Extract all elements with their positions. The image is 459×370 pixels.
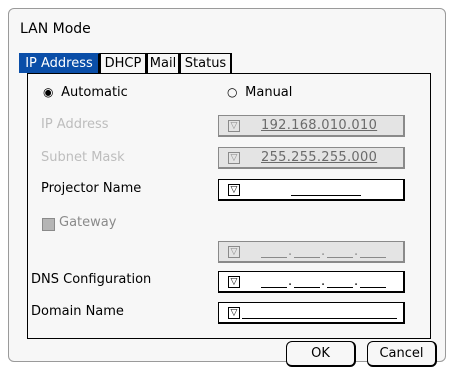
dns-configuration-field[interactable]: ▽ . . . — [218, 271, 405, 293]
domain-name-underline — [242, 318, 397, 319]
ip-address-value: 192.168.010.010 — [261, 118, 378, 133]
ip-address-panel — [27, 73, 431, 339]
dns-separator-3: . — [354, 274, 359, 289]
window-title: LAN Mode — [20, 21, 91, 37]
dns-octet-4 — [360, 287, 386, 288]
gateway-field: ▽ . . . — [218, 241, 405, 263]
dns-configuration-label: DNS Configuration — [31, 272, 152, 287]
gateway-checkbox[interactable] — [42, 218, 55, 231]
ok-button[interactable]: OK — [286, 341, 356, 367]
tab-mail[interactable]: Mail — [147, 53, 180, 73]
dns-octet-3 — [327, 287, 353, 288]
dropdown-arrow-icon: ▽ — [228, 276, 240, 288]
gateway-octet-4 — [360, 257, 386, 258]
tab-ip-address[interactable]: IP Address — [19, 53, 100, 73]
tab-dhcp[interactable]: DHCP — [100, 53, 147, 73]
dns-separator-1: . — [288, 274, 293, 289]
radio-manual-label: Manual — [245, 85, 293, 100]
radio-automatic[interactable]: ◉ Automatic — [43, 83, 128, 102]
lan-mode-dialog: LAN Mode IP Address DHCP Mail Status ◉ A… — [8, 8, 446, 367]
cancel-button[interactable]: Cancel — [367, 341, 437, 367]
dropdown-arrow-icon: ▽ — [228, 246, 240, 258]
ip-address-field: ▽ 192.168.010.010 — [218, 115, 405, 137]
dropdown-arrow-icon: ▽ — [228, 152, 240, 164]
dropdown-arrow-icon: ▽ — [228, 307, 240, 319]
gateway-separator-3: . — [354, 244, 359, 259]
domain-name-field[interactable]: ▽ — [218, 302, 405, 324]
radio-manual[interactable]: ○ Manual — [227, 83, 292, 102]
dns-separator-2: . — [321, 274, 326, 289]
tab-status[interactable]: Status — [180, 53, 232, 73]
radio-selected-icon: ◉ — [43, 85, 54, 99]
dns-octet-1 — [261, 287, 287, 288]
gateway-octet-3 — [327, 257, 353, 258]
gateway-separator-1: . — [288, 244, 293, 259]
dropdown-arrow-icon: ▽ — [228, 120, 240, 132]
gateway-octet-2 — [294, 257, 320, 258]
projector-name-underline — [291, 195, 361, 196]
projector-name-label: Projector Name — [41, 181, 142, 196]
gateway-separator-2: . — [321, 244, 326, 259]
subnet-mask-field: ▽ 255.255.255.000 — [218, 147, 405, 169]
gateway-octet-1 — [261, 257, 287, 258]
domain-name-label: Domain Name — [31, 304, 124, 319]
subnet-mask-value: 255.255.255.000 — [261, 150, 378, 165]
radio-automatic-label: Automatic — [61, 85, 128, 100]
dns-octet-2 — [294, 287, 320, 288]
subnet-mask-label: Subnet Mask — [41, 150, 125, 165]
gateway-label: Gateway — [59, 215, 117, 230]
radio-unselected-icon: ○ — [227, 85, 238, 99]
projector-name-field[interactable]: ▽ — [218, 179, 405, 201]
dropdown-arrow-icon: ▽ — [228, 184, 240, 196]
ip-address-label: IP Address — [41, 117, 109, 132]
